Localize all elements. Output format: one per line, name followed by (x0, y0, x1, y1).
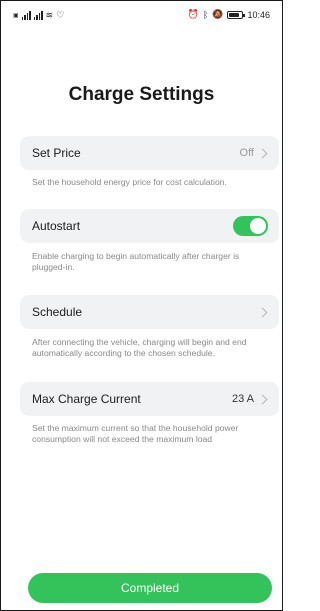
status-bar: ▣ ≋ ♡ ⏰ ᛒ 🔕 10:46 (1, 1, 282, 27)
completed-button[interactable]: Completed (28, 573, 272, 603)
set-price-value: Off (239, 147, 254, 159)
mute-icon: 🔕 (212, 9, 224, 19)
status-time: 10:46 (247, 9, 270, 20)
autostart-description: Enable charging to begin automatically a… (32, 251, 240, 272)
schedule-chevron-group (257, 307, 268, 317)
page-title: Charge Settings (68, 84, 215, 105)
schedule-description: After connecting the vehicle, charging w… (32, 337, 247, 358)
chevron-right-icon (257, 148, 268, 158)
phone-screen: ▣ ≋ ♡ ⏰ ᛒ 🔕 10:46 Charge Settings Set Pr… (0, 0, 283, 611)
set-price-row[interactable]: Set Price Off (20, 136, 279, 170)
max-charge-current-label: Max Charge Current (32, 392, 141, 406)
max-charge-current-description: Set the maximum current so that the hous… (32, 423, 239, 444)
data-icon: ♡ (56, 10, 65, 20)
max-charge-current-value: 23 A (231, 393, 254, 405)
autostart-row: Autostart (20, 209, 279, 243)
chevron-right-icon (257, 307, 268, 317)
status-bar-right: ⏰ ᛒ 🔕 10:46 (188, 9, 270, 20)
signal-icon (21, 11, 31, 20)
battery-icon (227, 10, 246, 19)
set-price-label: Set Price (32, 146, 81, 160)
autostart-toggle[interactable] (233, 216, 268, 236)
max-charge-current-value-group: 23 A (232, 393, 268, 405)
set-price-value-group: Off (240, 147, 268, 159)
schedule-row[interactable]: Schedule (20, 295, 279, 329)
alarm-icon: ⏰ (187, 9, 199, 19)
set-price-description: Set the household energy price for cost … (32, 177, 227, 187)
max-charge-current-row[interactable]: Max Charge Current 23 A (20, 382, 279, 416)
schedule-label: Schedule (32, 305, 83, 319)
wifi-icon: ≋ (45, 10, 54, 20)
autostart-label: Autostart (32, 219, 81, 233)
status-bar-left: ▣ ≋ ♡ (13, 10, 64, 21)
chevron-right-icon (257, 394, 268, 404)
sim-icon: ▣ (13, 12, 19, 19)
bluetooth-icon: ᛒ (202, 9, 209, 20)
signal-icon (33, 11, 43, 20)
